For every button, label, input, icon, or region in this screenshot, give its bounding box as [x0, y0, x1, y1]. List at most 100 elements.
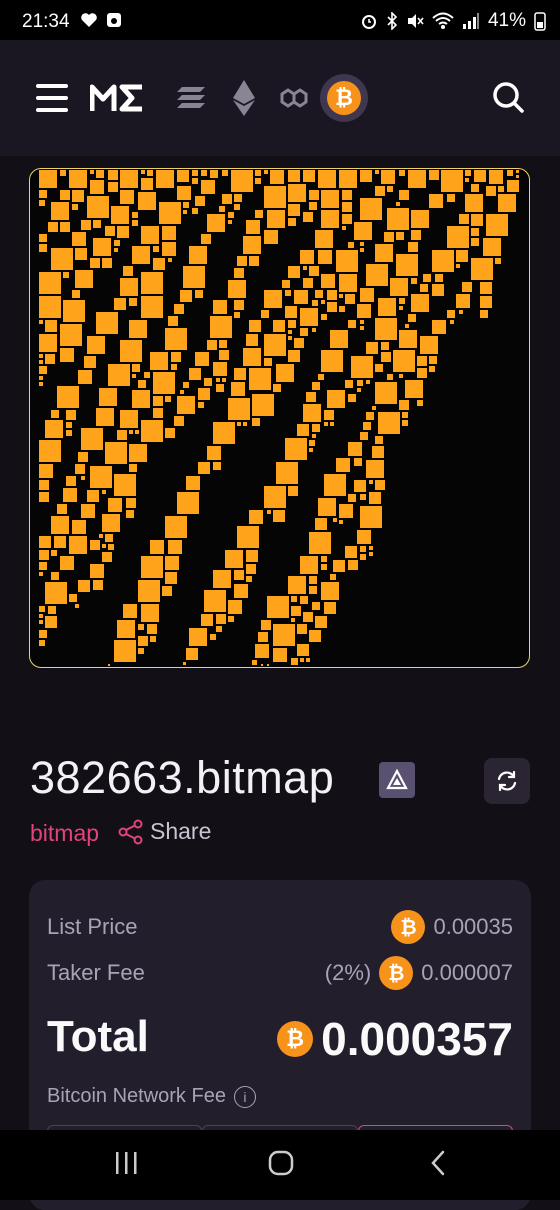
list-price-value: 0.00035	[433, 914, 513, 939]
bitmap-block	[177, 170, 189, 182]
bitmap-block	[315, 290, 323, 298]
bitmap-block	[204, 378, 212, 386]
bitmap-block	[39, 620, 43, 624]
bitmap-block	[69, 594, 77, 602]
bitmap-block	[360, 320, 364, 324]
bitmap-block	[300, 556, 318, 574]
collection-link[interactable]: bitmap	[30, 820, 99, 847]
bitmap-block	[228, 220, 232, 224]
bitmap-block	[171, 364, 177, 370]
bitmap-block	[486, 214, 508, 236]
bitmap-block	[336, 458, 350, 472]
bitmap-block	[309, 440, 315, 446]
magic-eden-logo[interactable]	[90, 83, 146, 113]
bitmap-block	[105, 534, 113, 542]
bitmap-block	[81, 428, 103, 450]
share-button[interactable]: Share	[118, 818, 211, 845]
search-icon[interactable]	[492, 81, 524, 113]
bitmap-block	[213, 300, 227, 314]
bitmap-block	[372, 406, 376, 410]
bitmap-block	[138, 380, 146, 388]
bitmap-block	[249, 256, 259, 266]
bitmap-block	[75, 604, 79, 608]
bitmap-block	[498, 186, 504, 192]
bitmap-block	[312, 424, 320, 432]
bitmap-block	[126, 498, 136, 508]
bitmap-block	[72, 190, 84, 202]
bitmap-block	[429, 356, 437, 364]
info-icon[interactable]: i	[233, 1085, 256, 1108]
bitmap-block	[39, 200, 45, 206]
bitmap-block	[90, 258, 100, 268]
bitmap-block	[222, 378, 226, 382]
refresh-button[interactable]	[484, 758, 530, 804]
bitmap-block	[69, 170, 87, 188]
solana-icon[interactable]	[176, 85, 206, 111]
bitcoin-icon: ₿	[277, 1021, 314, 1057]
bitmap-block	[324, 410, 334, 420]
bitmap-block	[45, 582, 67, 604]
bitmap-block	[465, 194, 483, 212]
bitmap-image[interactable]	[29, 168, 530, 668]
bitmap-block	[228, 600, 242, 614]
bitmap-block	[474, 170, 486, 182]
bitmap-block	[480, 310, 488, 318]
bitmap-block	[60, 190, 70, 200]
bitmap-block	[381, 342, 389, 350]
bitmap-block	[120, 340, 142, 362]
bitmap-block	[228, 398, 250, 420]
bitmap-block	[39, 572, 43, 576]
bitmap-block	[39, 360, 43, 364]
bitmap-block	[39, 366, 47, 374]
home-icon[interactable]	[268, 1150, 294, 1176]
bitmap-block	[234, 368, 246, 380]
bitmap-block	[153, 372, 175, 394]
ethereum-icon[interactable]	[232, 80, 256, 116]
bitmap-block	[114, 640, 136, 662]
bitmap-block	[447, 226, 469, 248]
bitmap-block	[498, 194, 516, 212]
total-label: Total	[47, 1012, 149, 1061]
bitmap-block	[249, 368, 271, 390]
bitmap-block	[210, 634, 216, 640]
menu-icon[interactable]	[36, 84, 68, 112]
bitmap-block	[342, 226, 346, 230]
back-icon[interactable]	[430, 1150, 446, 1176]
bitmap-block	[366, 342, 378, 354]
bitmap-block	[366, 460, 384, 478]
recent-apps-icon[interactable]	[114, 1150, 138, 1176]
bitmap-block	[255, 170, 261, 176]
bitmap-block	[252, 394, 274, 416]
bitmap-block	[360, 248, 364, 252]
bitmap-block	[393, 350, 415, 372]
bitmap-block	[516, 175, 519, 178]
bitmap-block	[39, 170, 57, 188]
bitmap-block	[276, 462, 298, 484]
bitmap-block	[75, 464, 85, 474]
bitmap-block	[39, 190, 47, 198]
bitmap-block	[462, 282, 472, 292]
bitmap-block	[489, 170, 503, 184]
bitmap-block	[432, 250, 454, 272]
bitmap-block	[408, 314, 416, 322]
bitmap-block	[423, 274, 431, 282]
bitcoin-chain-button[interactable]: ₿	[320, 74, 368, 122]
bitmap-block	[357, 380, 363, 386]
bitmap-block	[360, 242, 364, 246]
bitmap-block	[417, 400, 423, 406]
bitmap-block	[219, 206, 225, 212]
bitmap-block	[315, 518, 327, 530]
bitmap-block	[399, 306, 403, 310]
bitmap-block	[321, 314, 327, 320]
bitmap-block	[234, 268, 244, 278]
bitmap-block	[330, 574, 336, 580]
polygon-icon[interactable]	[278, 84, 310, 112]
bitmap-block	[102, 490, 106, 494]
bitmap-block	[360, 326, 364, 330]
bitmap-block	[39, 376, 43, 380]
bitmap-block	[72, 520, 86, 534]
bluetooth-icon	[387, 12, 398, 30]
bitmap-block	[396, 254, 418, 276]
bitmap-block	[456, 264, 460, 268]
bitmap-block	[399, 400, 409, 410]
